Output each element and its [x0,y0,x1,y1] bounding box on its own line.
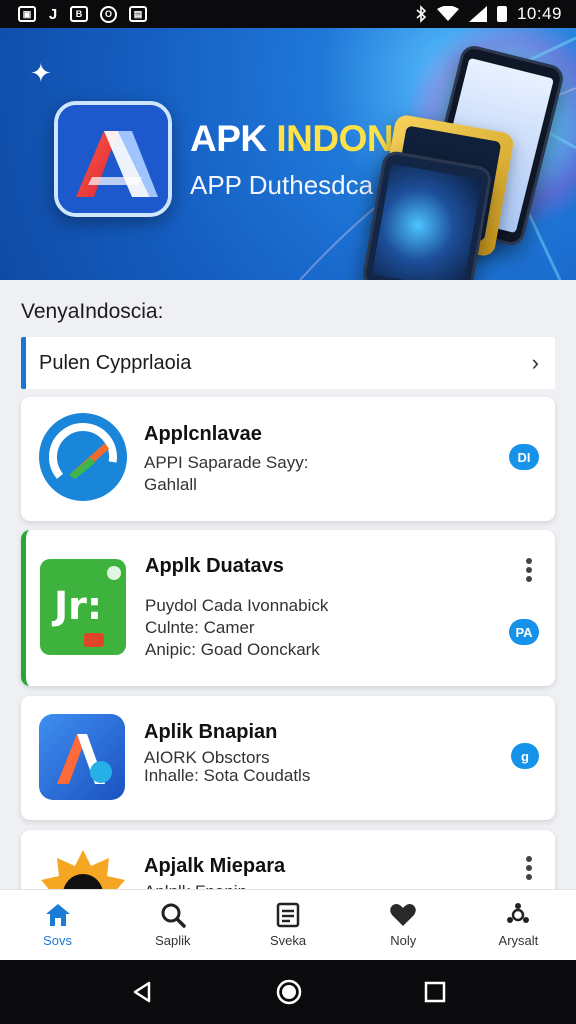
nav-documents[interactable]: Sveka [230,890,345,960]
app-badge[interactable]: g [511,743,539,769]
nav-search[interactable]: Saplik [115,890,230,960]
notification-icons: ▣ J B O ▤ [18,5,147,23]
app-icon-a [39,714,127,802]
category-row[interactable]: Pulen Cypprlaoia › [21,337,555,389]
app-card[interactable]: Applcnlavae APPI Saparade Sayy: Gahlall … [21,397,555,521]
nav-label: Noly [390,933,417,948]
app-detail-line: AIORK Obsctors [144,748,270,767]
status-bar: ▣ J B O ▤ 10:49 [0,0,576,28]
wifi-icon [436,6,459,21]
section-heading: VenyaIndoscia: [21,300,164,323]
app-detail-line: Culnte: Camer [145,618,255,637]
b-notification-icon: B [70,6,88,22]
image-notification-icon: ▣ [18,6,36,22]
bottom-navigation: Sovs Saplik Sveka Noly Arysalt [0,889,576,960]
category-label: Pulen Cypprlaoia [39,351,192,374]
bluetooth-icon [416,5,427,23]
app-detail-line: Inhalle: Sota Coudatls [144,766,311,785]
app-detail-line: Puydol Cada Ivonnabick [145,596,329,615]
apk-indonesia-logo [54,101,172,217]
o-notification-icon: O [100,5,117,23]
signal-icon [468,6,487,22]
home-icon [45,904,70,926]
app-title: Aplik Bnapian [144,721,278,743]
app-detail-line: Gahlall [144,475,197,494]
heart-icon [390,904,416,926]
app-badge[interactable]: PA [509,619,539,645]
document-icon [276,902,300,928]
back-icon[interactable] [130,980,154,1004]
home-button-icon[interactable] [275,978,303,1006]
app-icon-gauge [39,413,127,501]
system-navigation-bar [0,960,576,1024]
app-detail-line: Anipic: Goad Oonckark [145,640,320,659]
sparkle-icon: ✦ [30,58,52,88]
j-notification-icon: J [48,5,58,23]
chevron-right-icon: › [531,350,539,375]
system-status: 10:49 [415,4,562,24]
nav-label: Saplik [155,933,191,948]
hero-title-part1: APK [190,118,277,159]
nav-label: Sovs [43,933,73,948]
app-badge[interactable]: DI [509,444,539,470]
search-icon [161,903,186,928]
app-detail-line: APPI Saparade Sayy: [144,453,309,472]
more-options-icon[interactable] [525,856,533,880]
hero-subtitle: APP Duthesdca [190,170,374,200]
status-time: 10:49 [516,4,562,23]
app-card[interactable]: Jr: Applk Duatavs Puydol Cada Ivonnabick… [21,530,555,686]
nav-settings[interactable]: Arysalt [461,890,576,960]
battery-icon [496,6,507,22]
recents-icon[interactable] [424,981,446,1003]
nav-label: Sveka [269,933,307,948]
app-card[interactable]: Aplik Bnapian AIORK Obsctors Inhalle: So… [21,696,555,820]
settings-icon [507,903,530,923]
nav-label: Arysalt [498,933,539,948]
phone-illustration-front [360,149,494,280]
app-notification-icon: ▤ [129,6,147,22]
app-title: Applk Duatavs [145,555,284,577]
nav-favorites[interactable]: Noly [346,890,461,960]
more-options-icon[interactable] [525,558,533,582]
app-icon-jr-text: Jr: [54,584,103,628]
app-title: Applcnlavae [144,423,262,445]
app-title: Apjalk Miepara [144,855,286,877]
nav-home[interactable]: Sovs [0,890,115,960]
hero-banner: ✦ APK INDONESIA APP Duthesdca [0,28,576,280]
